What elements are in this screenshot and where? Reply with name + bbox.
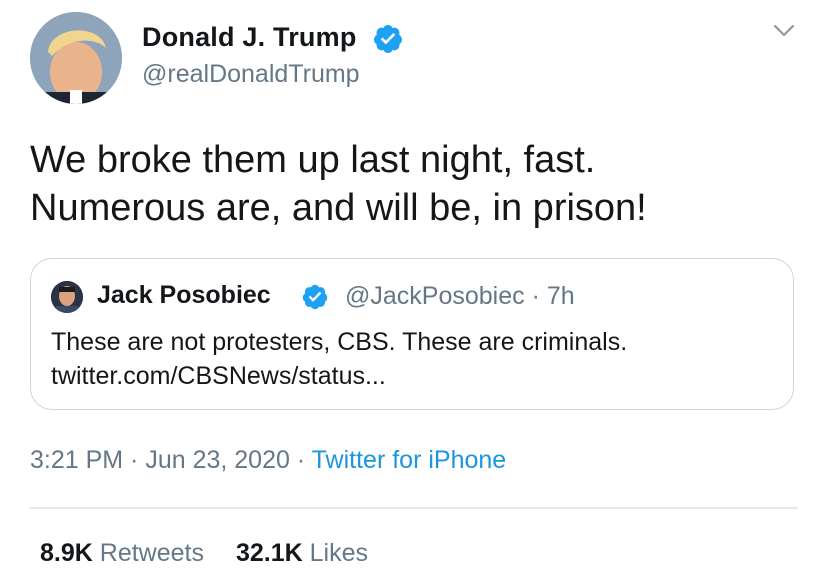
quoted-text-link[interactable]: twitter.com/CBSNews/status... — [51, 359, 627, 393]
meta-separator: · — [289, 446, 312, 474]
tweet-text-line: Numerous are, and will be, in prison! — [30, 187, 647, 229]
tweet-source-link[interactable]: Twitter for iPhone — [312, 446, 507, 474]
author-avatar[interactable] — [30, 12, 122, 104]
tweet-text: We broke them up last night, fast. Numer… — [30, 136, 790, 232]
tweet-stats: 8.9K Retweets 32.1K Likes — [40, 539, 368, 568]
quoted-author-name[interactable]: Jack Posobiec — [97, 281, 271, 310]
quoted-tweet-card[interactable]: Jack Posobiec @JackPosobiec · 7h These a… — [30, 258, 794, 410]
chevron-down-icon[interactable] — [773, 24, 795, 38]
retweets-stat[interactable]: 8.9K Retweets — [40, 539, 204, 567]
author-handle[interactable]: @realDonaldTrump — [142, 60, 360, 89]
retweets-label: Retweets — [99, 539, 204, 567]
quoted-tweet-text: These are not protesters, CBS. These are… — [51, 325, 627, 393]
author-name[interactable]: Donald J. Trump — [142, 22, 357, 53]
likes-stat[interactable]: 32.1K Likes — [236, 539, 368, 567]
tweet-meta: 3:21 PM · Jun 23, 2020 · Twitter for iPh… — [30, 446, 506, 475]
verified-badge-icon — [373, 25, 402, 53]
likes-count: 32.1K — [235, 539, 303, 567]
retweets-count: 8.9K — [40, 539, 93, 567]
tweet-text-line: We broke them up last night, fast. — [30, 139, 596, 181]
quoted-author-handle-time[interactable]: @JackPosobiec · 7h — [345, 282, 575, 311]
divider — [30, 507, 798, 509]
quoted-author-avatar[interactable] — [51, 281, 83, 313]
likes-label: Likes — [309, 539, 369, 567]
verified-badge-icon — [302, 284, 328, 310]
tweet-timestamp[interactable]: 3:21 PM · Jun 23, 2020 — [30, 446, 290, 474]
quoted-text-line: These are not protesters, CBS. These are… — [51, 328, 628, 356]
